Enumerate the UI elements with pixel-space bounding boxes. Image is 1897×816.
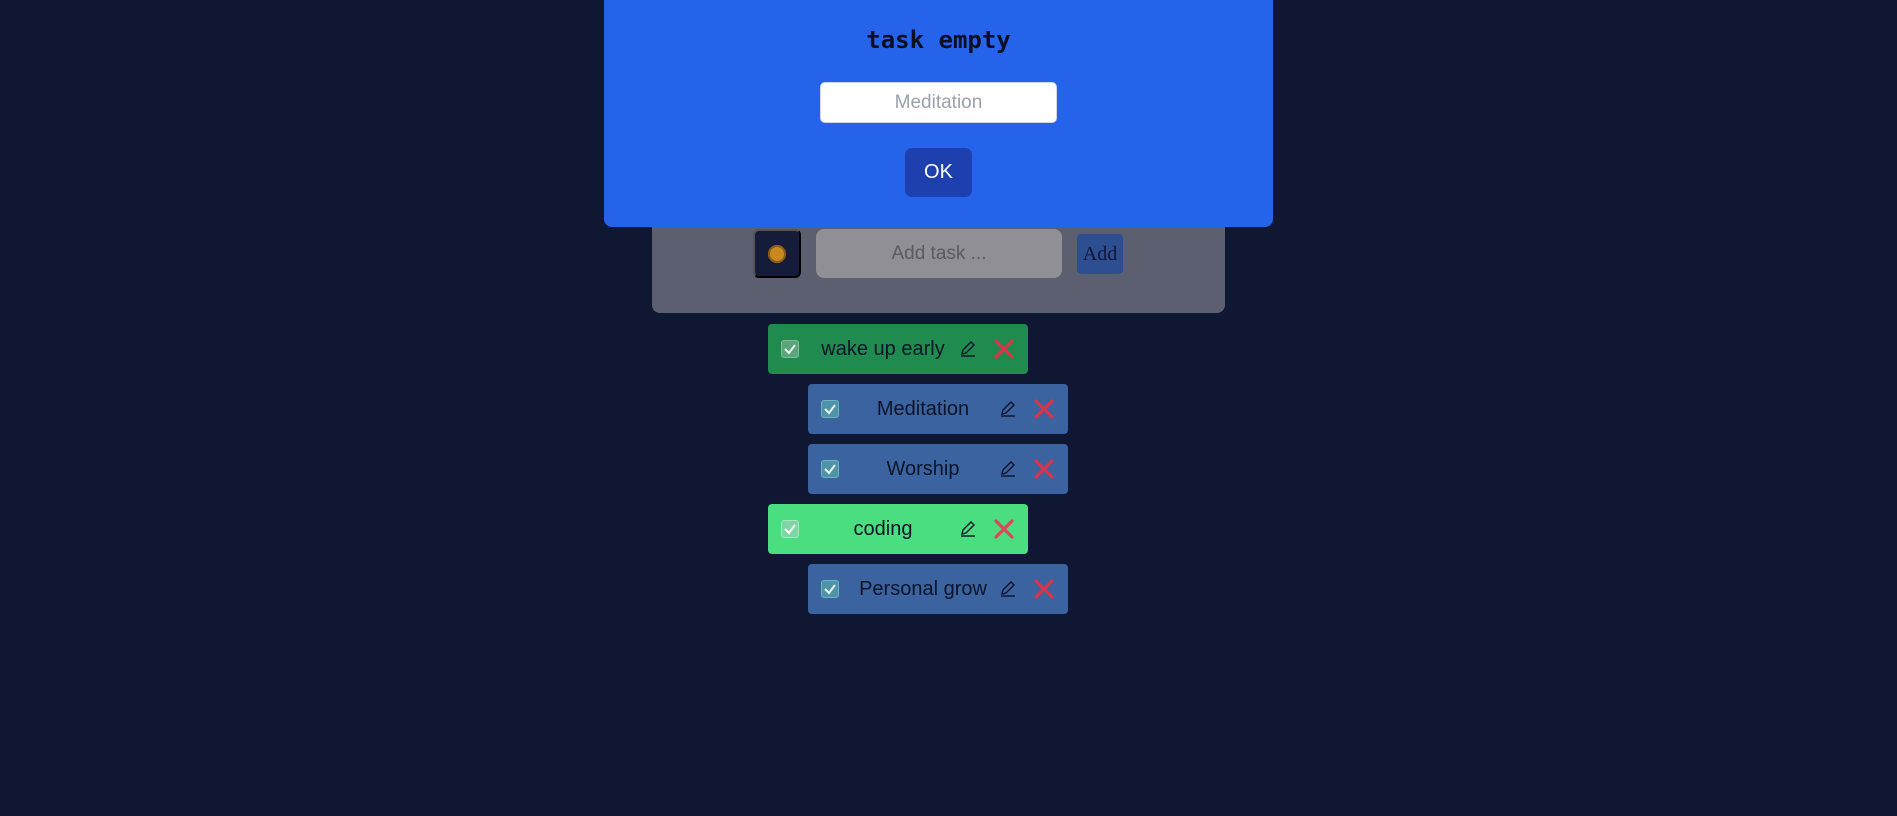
ok-button[interactable]: OK [905,148,972,197]
edit-pencil-icon[interactable] [958,518,978,538]
subtask-item: Meditation [808,384,1068,434]
checkmark-icon [824,584,836,595]
modal-title: task empty [866,26,1011,54]
checkmark-icon [784,524,796,535]
task-item: wake up early [768,324,1028,374]
edit-pencil-icon[interactable] [998,578,1018,598]
add-task-input[interactable] [816,229,1062,278]
checkmark-icon [784,344,796,355]
theme-toggle-button[interactable] [753,229,801,278]
task-label: wake up early [821,337,945,360]
delete-x-icon[interactable] [993,338,1015,360]
edit-pencil-icon[interactable] [998,398,1018,418]
task-checkbox[interactable] [821,580,839,598]
subtask-item: Personal grow [808,564,1068,614]
delete-x-icon[interactable] [1033,398,1055,420]
task-label: Personal grow [859,577,987,600]
add-button[interactable]: Add [1077,234,1123,274]
delete-x-icon[interactable] [993,518,1015,540]
task-label: Meditation [876,397,970,420]
delete-x-icon[interactable] [1033,578,1055,600]
task-checkbox[interactable] [781,520,799,538]
task-checkbox[interactable] [821,400,839,418]
edit-pencil-icon[interactable] [958,338,978,358]
subtask-item: Worship [808,444,1068,494]
checkmark-icon [824,404,836,415]
edit-pencil-icon[interactable] [998,458,1018,478]
task-label: coding [853,517,913,540]
task-checkbox[interactable] [821,460,839,478]
task-item: coding [768,504,1028,554]
delete-x-icon[interactable] [1033,458,1055,480]
task-label: Worship [886,457,960,480]
edit-task-modal: task empty OK [604,0,1273,227]
checkmark-icon [824,464,836,475]
page: Add wake up early Meditation Worsh [0,0,1897,816]
task-checkbox[interactable] [781,340,799,358]
sun-icon [768,244,786,263]
modal-task-input[interactable] [820,82,1057,123]
